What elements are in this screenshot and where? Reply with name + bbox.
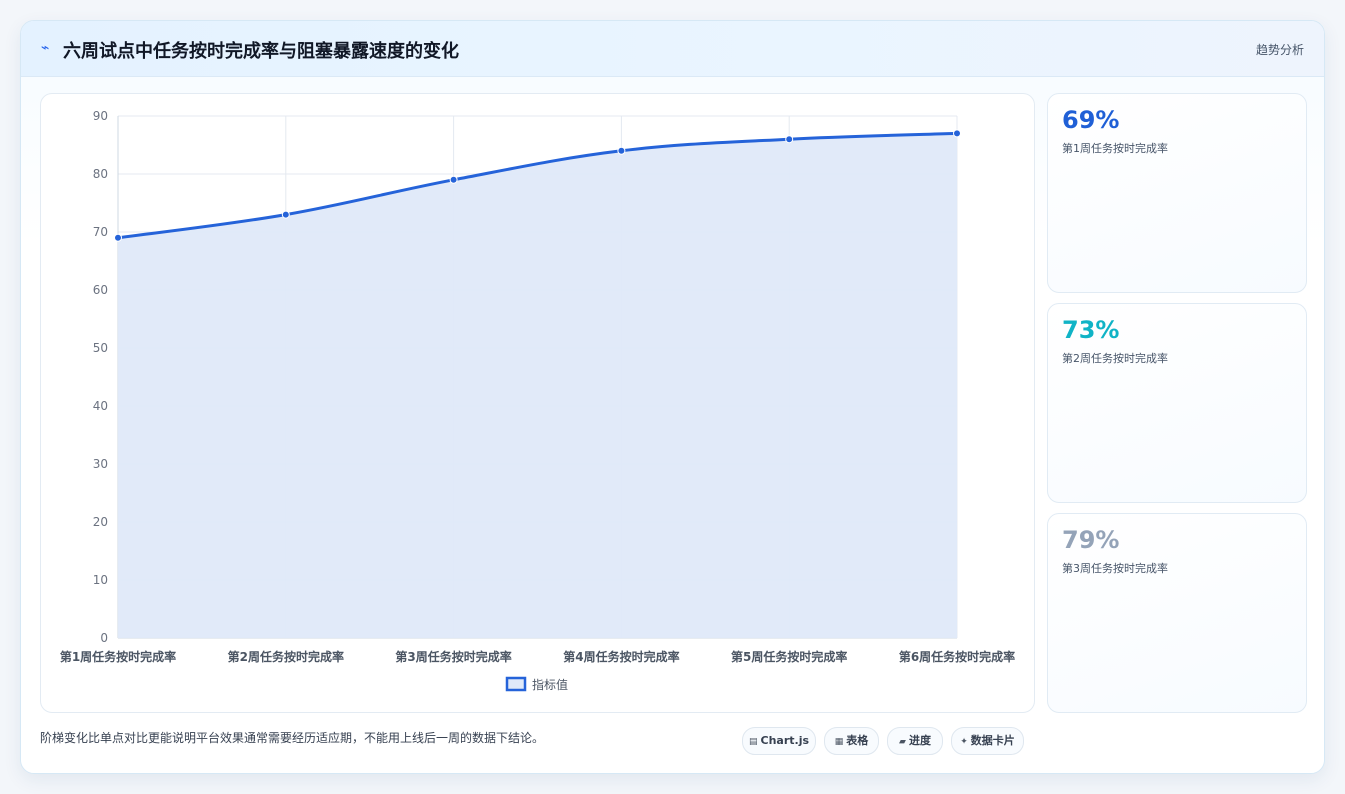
stat-card-week2: 73% 第2周任务按时完成率 xyxy=(1047,303,1307,503)
data-point xyxy=(281,210,290,219)
footer-note: 阶梯变化比单点对比更能说明平台效果通常需要经历适应期，不能用上线后一周的数据下结… xyxy=(40,731,545,745)
stat-value: 79% xyxy=(1062,526,1120,554)
data-point xyxy=(114,233,122,242)
stat-card-week1: 69% 第1周任务按时完成率 xyxy=(1047,93,1307,293)
stat-label: 第3周任务按时完成率 xyxy=(1062,562,1168,575)
y-tick-label: 40 xyxy=(93,399,108,413)
data-point xyxy=(785,135,794,144)
y-tick-label: 60 xyxy=(93,283,108,297)
y-tick-label: 90 xyxy=(93,109,108,123)
chart-title: 六周试点中任务按时完成率与阻塞暴露速度的变化 xyxy=(63,41,459,62)
data-card-chip[interactable]: ✦ 数据卡片 xyxy=(951,727,1024,755)
stat-label: 第2周任务按时完成率 xyxy=(1062,352,1168,365)
x-tick-label: 第2周任务按时完成率 xyxy=(228,649,344,664)
y-tick-label: 30 xyxy=(93,457,108,471)
legend-swatch xyxy=(505,676,527,692)
y-tick-label: 70 xyxy=(93,225,108,239)
chart-icon: ▤ xyxy=(748,737,758,747)
card-icon: ✦ xyxy=(960,737,968,747)
trend-icon: ⌁ xyxy=(41,40,50,56)
trend-analysis-tag[interactable]: 趋势分析 xyxy=(1256,41,1304,58)
progress-icon: ▰ xyxy=(899,737,906,747)
area-chart: 0 10 20 30 40 50 60 70 80 90 第1周任务按时完成率 第2周任务按时完成率 第… xyxy=(60,109,1015,692)
stat-value: 69% xyxy=(1062,106,1120,134)
data-point xyxy=(617,146,626,155)
stat-card-week3: 79% 第3周任务按时完成率 xyxy=(1047,513,1307,713)
y-tick-label: 80 xyxy=(93,167,108,181)
card-header: ⌁ 六周试点中任务按时完成率与阻塞暴露速度的变化 趋势分析 xyxy=(21,21,1324,77)
chip-label: 数据卡片 xyxy=(970,734,1015,747)
x-tick-label: 第3周任务按时完成率 xyxy=(395,649,511,664)
data-point xyxy=(449,175,458,184)
stat-label: 第1周任务按时完成率 xyxy=(1062,142,1168,155)
dashboard-card: ⌁ 六周试点中任务按时完成率与阻塞暴露速度的变化 趋势分析 0 10 20 30 40 5… xyxy=(20,20,1325,774)
chip-label: 进度 xyxy=(908,734,931,747)
chartjs-chip[interactable]: ▤ Chart.js xyxy=(742,727,816,755)
table-chip[interactable]: ▦ 表格 xyxy=(824,727,879,755)
x-tick-label: 第1周任务按时完成率 xyxy=(60,649,176,664)
y-tick-label: 20 xyxy=(93,515,108,529)
y-tick-label: 10 xyxy=(93,573,108,587)
table-icon: ▦ xyxy=(834,737,844,747)
x-tick-label: 第4周任务按时完成率 xyxy=(563,649,679,664)
y-tick-label: 0 xyxy=(100,631,108,645)
legend-label: 指标值 xyxy=(532,677,568,692)
progress-chip[interactable]: ▰ 进度 xyxy=(887,727,943,755)
stat-value: 73% xyxy=(1062,316,1120,344)
chip-label: 表格 xyxy=(846,734,869,747)
series-area-fill xyxy=(118,133,957,638)
x-tick-label: 第5周任务按时完成率 xyxy=(731,649,847,664)
chart-panel: 0 10 20 30 40 50 60 70 80 90 第1周任务按时完成率 第2周任务按时完成率 第… xyxy=(40,93,1035,713)
data-point xyxy=(953,129,961,138)
y-tick-label: 50 xyxy=(93,341,108,355)
x-tick-label: 第6周任务按时完成率 xyxy=(899,649,1015,664)
chip-label: Chart.js xyxy=(760,734,810,747)
